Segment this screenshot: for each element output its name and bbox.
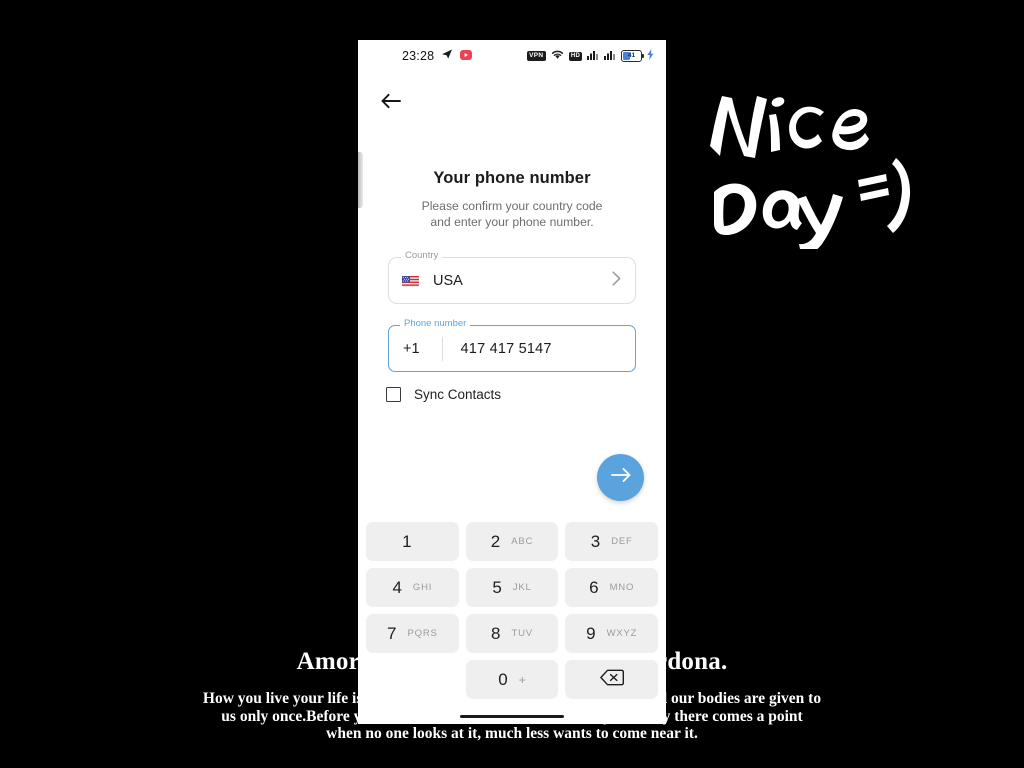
backspace-icon	[599, 669, 624, 691]
page-subtitle-line2: and enter your phone number.	[430, 215, 594, 229]
signal-sim2-icon	[604, 47, 616, 65]
key-digit: 6	[589, 577, 599, 597]
key-letters: TUV	[511, 628, 533, 639]
key-9[interactable]: 9 WXYZ	[565, 614, 658, 653]
page-title: Your phone number	[433, 169, 591, 187]
charging-bolt-icon	[647, 47, 654, 65]
status-bar-right: VPN HD 41	[526, 40, 654, 72]
field-divider	[441, 336, 443, 361]
key-blank-left	[366, 660, 459, 699]
keypad-grid: 1 2 ABC 3 DEF 4 GHI 5 JKL 6 MNO 7 PQRS 8…	[366, 522, 658, 699]
us-flag-icon	[402, 275, 419, 287]
status-bar-left: 23:28	[402, 47, 473, 65]
key-digit: 3	[590, 531, 601, 551]
next-button[interactable]	[597, 454, 644, 501]
telegram-icon	[441, 47, 453, 65]
battery-level: 41	[627, 51, 636, 59]
key-letters: JKL	[512, 582, 532, 593]
key-7[interactable]: 7 PQRS	[366, 614, 459, 653]
phone-number-input[interactable]: 417 417 5147	[461, 341, 552, 357]
key-digit: 5	[492, 577, 502, 597]
youtube-icon	[460, 47, 473, 65]
key-letters: MNO	[609, 582, 635, 593]
battery-icon: 41	[621, 50, 644, 62]
key-letters: WXYZ	[606, 628, 638, 639]
country-code-value: +1	[403, 340, 420, 357]
vpn-badge-icon: VPN	[526, 51, 546, 61]
key-3[interactable]: 3 DEF	[565, 522, 658, 561]
wifi-icon	[551, 47, 564, 65]
key-digit: 2	[490, 531, 501, 551]
key-digit: 1	[402, 531, 412, 551]
back-button[interactable]	[376, 88, 406, 118]
sync-contacts-label: Sync Contacts	[414, 387, 502, 402]
key-digit: 0	[498, 669, 508, 689]
key-4[interactable]: 4 GHI	[366, 568, 459, 607]
page-subtitle-line1: Please confirm your country code	[421, 199, 603, 213]
key-backspace[interactable]	[565, 660, 658, 699]
navigation-bar-pill	[460, 714, 564, 718]
arrow-right-icon	[610, 467, 631, 488]
key-digit: 7	[387, 623, 397, 643]
chevron-right-icon	[612, 270, 621, 291]
sync-contacts-checkbox[interactable]	[386, 387, 401, 402]
page-subtitle: Please confirm your country code and ent…	[358, 198, 666, 230]
key-5[interactable]: 5 JKL	[465, 568, 559, 607]
key-2[interactable]: 2 ABC	[465, 522, 559, 561]
handwritten-nice-day-overlay	[698, 74, 948, 249]
key-letters: ABC	[511, 536, 534, 547]
hd-badge-icon: HD	[568, 51, 582, 61]
country-value: USA	[433, 272, 463, 289]
key-plus-symbol: +	[518, 672, 526, 687]
phone-number-field[interactable]: Phone number +1 417 417 5147	[388, 319, 636, 372]
key-6[interactable]: 6 MNO	[565, 568, 658, 607]
numeric-keypad: 1 2 ABC 3 DEF 4 GHI 5 JKL 6 MNO 7 PQRS 8…	[358, 522, 666, 724]
status-bar: 23:28 VPN HD 41	[358, 40, 666, 72]
status-bar-clock: 23:28	[402, 49, 435, 63]
signal-sim1-icon	[587, 47, 599, 65]
country-field-label: Country	[401, 251, 443, 261]
phone-screenshot: 23:28 VPN HD 41 Your phone number Please…	[358, 40, 666, 724]
back-arrow-icon	[381, 93, 401, 114]
sync-contacts-row[interactable]: Sync Contacts	[386, 387, 501, 402]
country-selector-field[interactable]: Country USA	[388, 251, 636, 304]
key-8[interactable]: 8 TUV	[465, 614, 559, 653]
key-letters: DEF	[611, 536, 633, 547]
key-digit: 8	[491, 623, 501, 643]
key-letters: PQRS	[407, 628, 438, 639]
key-1[interactable]: 1	[366, 522, 459, 561]
caption-body-line: when no one looks at it, much less wants…	[326, 725, 698, 742]
key-digit: 9	[586, 623, 596, 643]
key-digit: 4	[392, 577, 402, 597]
phone-number-field-label: Phone number	[400, 319, 471, 329]
key-0[interactable]: 0 +	[465, 660, 559, 699]
key-letters: GHI	[412, 582, 433, 593]
